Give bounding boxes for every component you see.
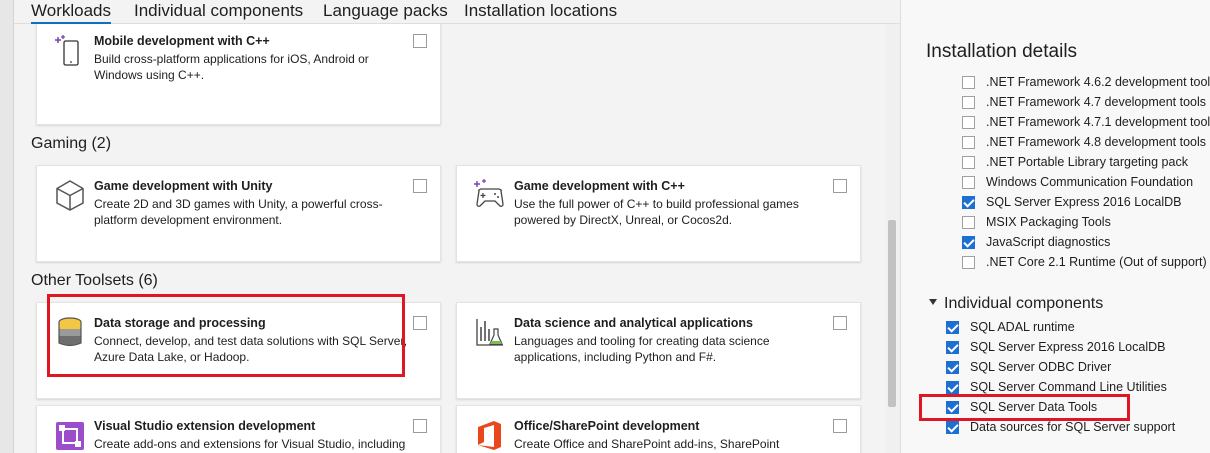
workload-description: Create 2D and 3D games with Unity, a pow… (94, 197, 383, 227)
detail-checkbox[interactable] (962, 136, 975, 149)
detail-checkbox[interactable] (962, 176, 975, 189)
workload-card-vs-extension[interactable]: Visual Studio extension development Crea… (36, 405, 441, 453)
component-checkbox[interactable] (946, 321, 959, 334)
extension-puzzle-icon (56, 422, 84, 450)
tab-bar: Workloads Individual components Language… (14, 0, 900, 24)
workload-title: Data storage and processing (94, 316, 266, 330)
gamepad-icon (474, 179, 504, 207)
workload-checkbox[interactable] (413, 316, 427, 330)
workload-card-data-science[interactable]: Data science and analytical applications… (456, 302, 861, 399)
tab-installation-locations[interactable]: Installation locations (464, 1, 617, 21)
detail-checkbox[interactable] (962, 256, 975, 269)
database-icon (58, 317, 82, 347)
workload-description: Build cross-platform applications for iO… (94, 52, 369, 82)
tab-language-packs[interactable]: Language packs (323, 1, 448, 21)
workload-description: Use the full power of C++ to build profe… (514, 197, 799, 227)
detail-checkbox[interactable] (962, 116, 975, 129)
workload-description: Languages and tooling for creating data … (514, 334, 770, 364)
tab-individual-components[interactable]: Individual components (134, 1, 303, 21)
workload-description: Create add-ons and extensions for Visual… (94, 437, 406, 451)
workload-title: Office/SharePoint development (514, 419, 700, 433)
workloads-list: Mobile development with C++ Build cross-… (14, 24, 886, 453)
office-logo-icon (478, 421, 501, 450)
workload-description: Create Office and SharePoint add-ins, Sh… (514, 437, 780, 451)
workload-checkbox[interactable] (833, 179, 847, 193)
tab-workloads[interactable]: Workloads (31, 1, 111, 24)
workload-title: Game development with Unity (94, 179, 273, 193)
component-checkbox[interactable] (946, 381, 959, 394)
workload-checkbox[interactable] (833, 419, 847, 433)
workload-card-data-storage[interactable]: Data storage and processing Connect, dev… (36, 302, 441, 399)
detail-checkbox[interactable] (962, 156, 975, 169)
workload-title: Visual Studio extension development (94, 419, 316, 433)
individual-components-toggle[interactable]: Individual components (929, 295, 1103, 313)
expand-triangle-icon (929, 298, 937, 305)
detail-checkbox[interactable] (962, 76, 975, 89)
workload-checkbox[interactable] (413, 179, 427, 193)
workload-checkbox[interactable] (833, 316, 847, 330)
installation-details-panel: Installation details .NET Framework 4.6.… (900, 0, 1210, 453)
workload-title: Mobile development with C++ (94, 34, 270, 48)
workload-title: Game development with C++ (514, 179, 685, 193)
section-title-other-toolsets: Other Toolsets (6) (31, 272, 158, 289)
left-edge-strip (0, 0, 14, 453)
component-checkbox[interactable] (946, 341, 959, 354)
chart-flask-icon (476, 319, 503, 346)
unity-logo-icon (56, 180, 84, 211)
workload-card-cpp-game[interactable]: Game development with C++ Use the full p… (456, 165, 861, 262)
component-checkbox[interactable] (946, 361, 959, 374)
detail-checkbox[interactable] (962, 196, 975, 209)
workload-checkbox[interactable] (413, 34, 427, 48)
detail-checkbox[interactable] (962, 96, 975, 109)
detail-checkbox[interactable] (962, 216, 975, 229)
workload-card-unity[interactable]: Game development with Unity Create 2D an… (36, 165, 441, 262)
workload-title: Data science and analytical applications (514, 316, 753, 330)
section-title-gaming: Gaming (2) (31, 135, 112, 152)
workloads-scrollbar-thumb[interactable] (888, 220, 896, 407)
detail-checkbox[interactable] (962, 236, 975, 249)
individual-components-header: Individual components (944, 295, 1104, 312)
workload-checkbox[interactable] (413, 419, 427, 433)
workload-card-office[interactable]: Office/SharePoint development Create Off… (456, 405, 861, 453)
installation-details-title: Installation details (926, 41, 1078, 62)
component-checkbox[interactable] (946, 421, 959, 434)
component-checkbox[interactable] (946, 401, 959, 414)
workload-card-mobile-cpp[interactable]: Mobile development with C++ Build cross-… (36, 24, 441, 125)
workload-description: Connect, develop, and test data solution… (94, 334, 408, 364)
mobile-device-icon (55, 35, 79, 66)
